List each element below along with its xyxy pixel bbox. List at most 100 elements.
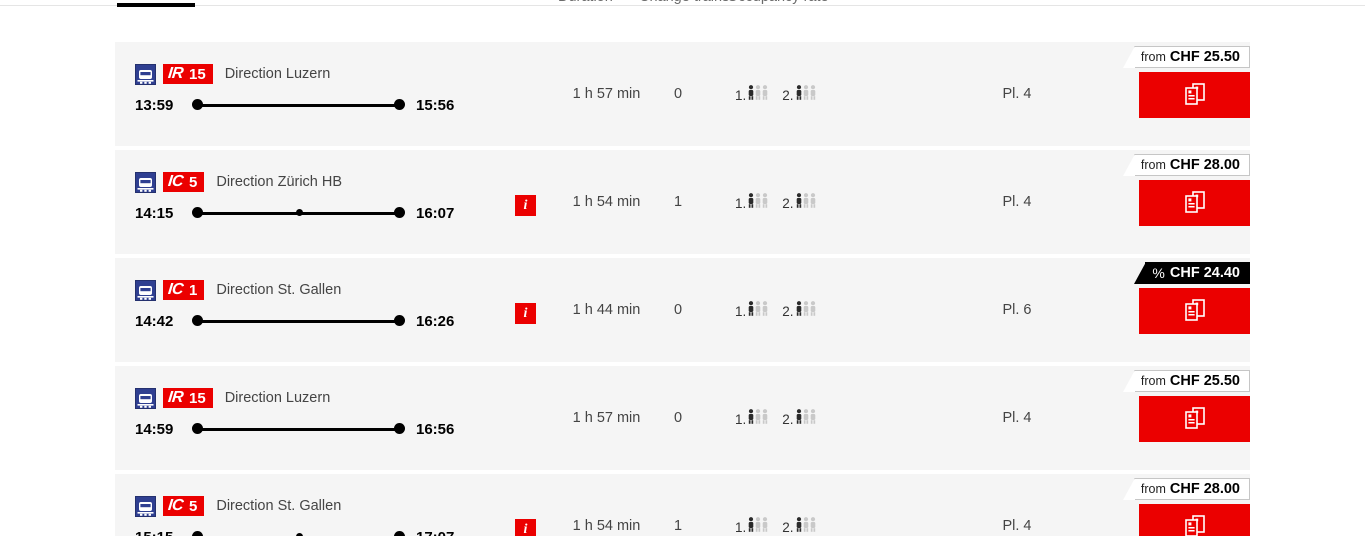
- price-tag[interactable]: % CHF 24.40: [1133, 262, 1250, 285]
- info-icon[interactable]: i: [515, 519, 536, 536]
- price-prefix-label: from: [1140, 374, 1166, 388]
- line-category-label: IC: [167, 497, 184, 514]
- occupancy-people: [748, 409, 768, 427]
- platform-value: Pl. 6: [1002, 302, 1032, 318]
- price-tag[interactable]: from CHF 25.50: [1121, 46, 1250, 69]
- occupancy-people: [748, 517, 768, 535]
- buy-ticket-button[interactable]: [1139, 180, 1250, 226]
- departure-time: 15:15: [135, 529, 181, 536]
- connection-row[interactable]: IC 5 Direction Zürich HB 14:15 16:07 i 1 h 54 …: [115, 150, 1250, 254]
- price-tag[interactable]: from CHF 28.00: [1121, 154, 1250, 177]
- occupancy-person-icon: [803, 193, 809, 211]
- timeline-end-dot: [394, 207, 405, 218]
- timeline-start-dot: [192, 531, 203, 536]
- connection-summary: IC 5 Direction St. Gallen 15:15 17:07: [135, 495, 555, 536]
- occupancy-class-label: 2.: [782, 88, 794, 103]
- occupancy-class-label: 1.: [735, 196, 747, 211]
- occupancy-person-icon: [796, 193, 802, 211]
- duration-value: 1 h 44 min: [572, 302, 641, 318]
- timeline-end-dot: [394, 531, 405, 536]
- occupancy-person-icon: [755, 193, 761, 211]
- occupancy-person-icon: [810, 409, 816, 427]
- timetable-results-page: Duration Change trains Occupancy rate IR…: [0, 0, 1365, 536]
- price-tag[interactable]: from CHF 25.50: [1121, 370, 1250, 393]
- occupancy-class-label: 2.: [782, 196, 794, 211]
- buy-ticket-button[interactable]: [1139, 288, 1250, 334]
- column-header-duration: Duration: [558, 0, 613, 8]
- direction-label: Direction Luzern: [224, 390, 331, 406]
- arrival-time: 16:56: [416, 420, 455, 438]
- line-badge-row: IR 15 Direction Luzern: [135, 387, 555, 409]
- occupancy-first-class: 1.: [735, 301, 768, 319]
- connection-summary: IR 15 Direction Luzern 13:59 15:56: [135, 63, 555, 114]
- line-number-label: 1: [189, 281, 198, 299]
- timeline-bar: [196, 319, 401, 323]
- duration-value: 1 h 57 min: [572, 410, 641, 426]
- timeline-start-dot: [192, 207, 203, 218]
- changes-value: 0: [673, 86, 683, 102]
- line-badge[interactable]: IC 5: [163, 496, 205, 516]
- line-number-label: 5: [189, 497, 198, 515]
- line-badge[interactable]: IR 15: [163, 388, 213, 408]
- direction-label: Direction St. Gallen: [216, 498, 342, 514]
- price-amount: CHF 25.50: [1169, 373, 1240, 389]
- occupancy-cell: 1. 2.: [735, 409, 816, 427]
- column-header-occupancy-rate: Occupancy rate: [727, 0, 829, 8]
- connection-row[interactable]: IR 15 Direction Luzern 14:59 16:56 1 h 57 min…: [115, 366, 1250, 470]
- connection-row[interactable]: IR 15 Direction Luzern 13:59 15:56 1 h 57 min…: [115, 42, 1250, 146]
- line-badge-row: IC 1 Direction St. Gallen: [135, 279, 555, 301]
- arrival-time: 17:07: [416, 529, 454, 536]
- occupancy-second-class: 2.: [782, 409, 815, 427]
- buy-ticket-button[interactable]: [1139, 396, 1250, 442]
- info-icon[interactable]: i: [515, 195, 536, 216]
- connection-row[interactable]: IC 1 Direction St. Gallen 14:42 16:26 i 1 h 44…: [115, 258, 1250, 362]
- occupancy-people: [796, 193, 816, 211]
- occupancy-people: [748, 193, 768, 211]
- connection-summary: IC 5 Direction Zürich HB 14:15 16:07: [135, 171, 555, 222]
- occupancy-class-label: 1.: [735, 88, 747, 103]
- column-header-change-trains: Change trains: [639, 0, 729, 8]
- info-icon[interactable]: i: [515, 303, 536, 324]
- changes-value: 0: [673, 410, 683, 426]
- departure-time: 14:15: [135, 204, 174, 222]
- connection-row[interactable]: IC 5 Direction St. Gallen 15:15 17:07 i 1 h 54…: [115, 474, 1250, 536]
- arrival-time: 16:26: [416, 312, 455, 330]
- occupancy-person-icon: [803, 85, 809, 103]
- timeline-end-dot: [394, 315, 405, 326]
- line-badge[interactable]: IC 1: [163, 280, 205, 300]
- price-amount: CHF 28.00: [1169, 157, 1240, 173]
- occupancy-first-class: 1.: [735, 517, 768, 535]
- ticket-icon: [1182, 81, 1208, 110]
- journey-timeline: 13:59 15:56: [135, 96, 555, 114]
- occupancy-person-icon: [803, 409, 809, 427]
- journey-timeline: 14:59 16:56: [135, 420, 555, 438]
- timeline-bar: [196, 103, 401, 107]
- timeline-end-dot: [394, 423, 405, 434]
- buy-ticket-button[interactable]: [1139, 504, 1250, 536]
- line-badge[interactable]: IC 5: [163, 172, 205, 192]
- line-badge[interactable]: IR 15: [163, 64, 213, 84]
- occupancy-people: [748, 85, 768, 103]
- platform-value: Pl. 4: [1002, 194, 1032, 210]
- buy-ticket-button[interactable]: [1139, 72, 1250, 118]
- line-category-label: IR: [167, 389, 184, 406]
- journey-timeline: 14:42 16:26: [135, 312, 555, 330]
- timeline-bar: [196, 427, 401, 431]
- departure-time: 14:42: [135, 312, 174, 330]
- journey-timeline: 14:15 16:07: [135, 204, 555, 222]
- price-tag[interactable]: from CHF 28.00: [1121, 478, 1250, 501]
- line-category-label: IC: [167, 281, 184, 298]
- timeline-track: [192, 315, 405, 327]
- train-icon: [135, 495, 156, 517]
- timeline-track: [192, 207, 405, 219]
- occupancy-person-icon: [748, 517, 754, 535]
- price-prefix-label: from: [1140, 50, 1166, 64]
- occupancy-person-icon: [810, 85, 816, 103]
- timeline-change-dot: [296, 209, 303, 216]
- occupancy-class-label: 2.: [782, 520, 794, 535]
- occupancy-person-icon: [762, 517, 768, 535]
- price-amount: CHF 25.50: [1169, 49, 1240, 65]
- price-and-buy-column: from CHF 28.00: [1115, 150, 1250, 254]
- price-prefix-label: from: [1140, 158, 1166, 172]
- platform-value: Pl. 4: [1002, 518, 1032, 534]
